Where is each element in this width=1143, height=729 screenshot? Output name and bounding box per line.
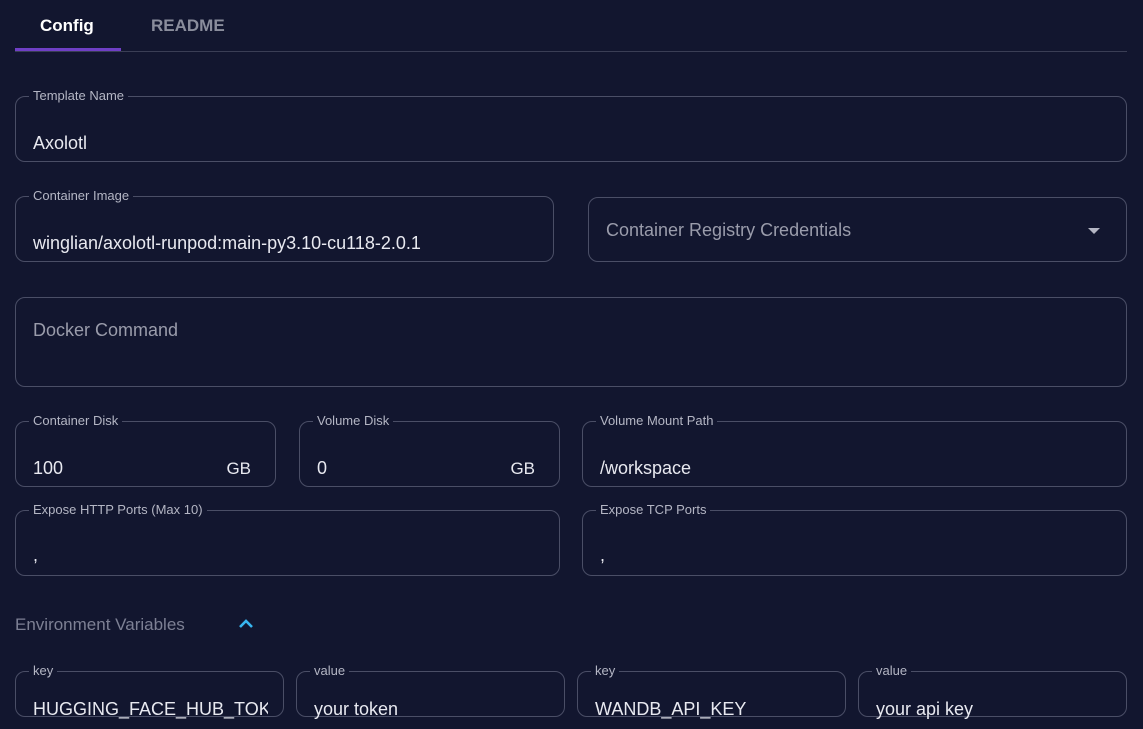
docker-command-placeholder: Docker Command	[33, 320, 179, 340]
volume-mount-path-label: Volume Mount Path	[600, 413, 714, 428]
container-disk-field[interactable]: Container Disk 100 GB	[15, 414, 276, 487]
docker-command-field[interactable]: Docker Command	[15, 297, 1127, 387]
container-image-label: Container Image	[33, 188, 130, 203]
env-value-field[interactable]: value your token	[296, 663, 565, 720]
env-value-input[interactable]: your api key	[876, 699, 973, 720]
env-value-input[interactable]: your token	[314, 699, 398, 720]
http-ports-field[interactable]: Expose HTTP Ports (Max 10) ,	[15, 503, 560, 576]
tcp-ports-input[interactable]: ,	[600, 545, 605, 566]
registry-credentials-select[interactable]: Container Registry Credentials	[588, 197, 1127, 262]
container-image-input[interactable]: winglian/axolotl-runpod:main-py3.10-cu11…	[33, 233, 536, 254]
volume-disk-unit: GB	[510, 459, 535, 478]
tcp-ports-field[interactable]: Expose TCP Ports ,	[582, 503, 1127, 576]
tcp-ports-label: Expose TCP Ports	[600, 502, 707, 517]
tab-readme[interactable]: README	[151, 16, 225, 36]
tab-divider	[15, 51, 1127, 52]
volume-mount-path-field[interactable]: Volume Mount Path /workspace	[582, 414, 1127, 487]
env-key-field[interactable]: key WANDB_API_KEY	[577, 663, 846, 720]
env-key-input[interactable]: HUGGING_FACE_HUB_TOKEN	[33, 699, 268, 720]
env-key-label: key	[595, 663, 616, 678]
env-vars-title: Environment Variables	[15, 615, 185, 634]
env-key-field[interactable]: key HUGGING_FACE_HUB_TOKEN	[15, 663, 284, 720]
chevron-down-icon	[1088, 228, 1100, 234]
env-value-label: value	[876, 663, 908, 678]
env-value-field[interactable]: value your api key	[858, 663, 1127, 720]
registry-credentials-placeholder: Container Registry Credentials	[606, 220, 852, 240]
container-disk-input[interactable]: 100	[33, 458, 63, 479]
http-ports-input[interactable]: ,	[33, 545, 38, 566]
env-key-label: key	[33, 663, 54, 678]
volume-mount-path-input[interactable]: /workspace	[600, 458, 691, 479]
tab-config[interactable]: Config	[40, 16, 94, 36]
volume-disk-input[interactable]: 0	[317, 458, 327, 479]
active-tab-indicator	[15, 48, 121, 51]
container-image-field[interactable]: Container Image winglian/axolotl-runpod:…	[15, 189, 554, 262]
chevron-up-icon[interactable]	[238, 617, 254, 631]
volume-disk-label: Volume Disk	[317, 413, 390, 428]
container-disk-label: Container Disk	[33, 413, 119, 428]
http-ports-label: Expose HTTP Ports (Max 10)	[33, 502, 203, 517]
template-name-input[interactable]: Axolotl	[33, 133, 87, 154]
env-key-input[interactable]: WANDB_API_KEY	[595, 699, 746, 720]
env-value-label: value	[314, 663, 346, 678]
template-name-field[interactable]: Template Name Axolotl	[15, 89, 1127, 162]
template-name-label: Template Name	[33, 88, 125, 103]
container-disk-unit: GB	[226, 459, 251, 478]
volume-disk-field[interactable]: Volume Disk 0 GB	[299, 414, 560, 487]
